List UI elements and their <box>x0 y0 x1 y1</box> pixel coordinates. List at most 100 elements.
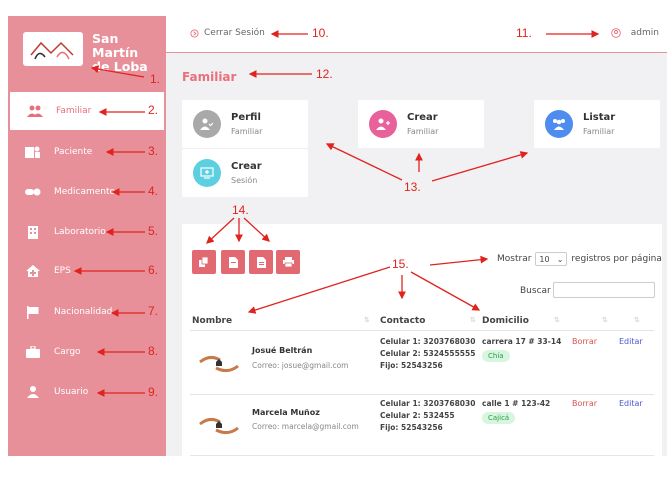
annotation-label: 6. <box>148 263 159 277</box>
row-name: Marcela Muñoz <box>252 408 320 417</box>
logout-button[interactable]: Cerrar Sesión <box>190 28 265 38</box>
pills-icon <box>24 185 42 199</box>
annotation-label: 5. <box>148 224 159 238</box>
column-header-contacto[interactable]: Contacto <box>380 316 425 326</box>
card-crear-sesion[interactable]: Crear Sesión <box>182 149 308 197</box>
brand-name: San Martín de Loba <box>92 32 166 74</box>
card-subtitle: Familiar <box>231 127 263 136</box>
divider <box>190 394 654 395</box>
clinic-icon <box>24 264 42 278</box>
annotation-label: 9. <box>148 385 159 399</box>
annotation-label: 12. <box>316 67 333 81</box>
sort-icon: ⇅ <box>470 316 476 324</box>
sidebar-item-label: Paciente <box>54 147 93 157</box>
annotation-label: 13. <box>404 180 421 194</box>
copy-icon <box>199 257 209 267</box>
delete-button[interactable]: Borrar <box>572 399 597 408</box>
row-cel2: Celular 2: 532455 <box>380 411 455 420</box>
sort-icon: ⇅ <box>602 316 608 324</box>
annotation-label: 3. <box>148 144 159 158</box>
copy-button[interactable] <box>192 250 216 274</box>
column-header-nombre[interactable]: Nombre <box>192 316 232 326</box>
hands-house-icon <box>199 417 239 435</box>
annotation-label: 15. <box>392 257 409 271</box>
card-subtitle: Familiar <box>407 127 439 136</box>
brand-line-1: San Martín <box>92 31 139 60</box>
sort-icon: ⇅ <box>554 316 560 324</box>
monitor-plus-icon <box>193 159 221 187</box>
annotation-label: 7. <box>148 304 159 318</box>
row-cel1: Celular 1: 3203768030 <box>380 399 476 408</box>
page-size-value: 10 <box>539 254 550 264</box>
card-subtitle: Sesión <box>231 176 258 185</box>
page-size-control: Mostrar 10 ⌄ registros por página <box>497 252 662 266</box>
avatar <box>196 338 242 384</box>
sidebar-item-nacionalidad[interactable]: Nacionalidad <box>8 293 166 331</box>
sidebar-item-label: Cargo <box>54 347 81 357</box>
sidebar-item-label: Usuario <box>54 387 89 397</box>
sidebar-item-label: Familiar <box>56 106 92 116</box>
annotation-label: 2. <box>148 103 159 117</box>
file-pdf-icon <box>228 256 238 268</box>
edit-button[interactable]: Editar <box>619 337 643 346</box>
row-fijo: Fijo: 52543256 <box>380 361 443 370</box>
print-button[interactable] <box>276 250 300 274</box>
export-csv-button[interactable] <box>249 250 273 274</box>
column-header-domicilio[interactable]: Domicilio <box>482 316 529 326</box>
card-listar[interactable]: Listar Familiar <box>534 100 660 148</box>
per-page-label: registros por página <box>571 254 662 264</box>
card-title: Crear <box>407 112 438 123</box>
main-content: Cerrar Sesión admin Familiar Perfil Famil… <box>166 16 667 456</box>
sidebar: San Martín de Loba Familiar Paciente Med… <box>8 16 166 456</box>
username: admin <box>630 28 659 38</box>
edit-button[interactable]: Editar <box>619 399 643 408</box>
sidebar-item-usuario[interactable]: Usuario <box>8 373 166 411</box>
power-icon <box>190 28 199 38</box>
logo-icon <box>30 41 74 60</box>
card-title: Perfil <box>231 112 261 123</box>
patient-icon <box>24 145 42 159</box>
logo <box>23 32 83 66</box>
users-group-icon <box>545 110 573 138</box>
sidebar-item-paciente[interactable]: Paciente <box>8 133 166 171</box>
sidebar-item-familiar[interactable]: Familiar <box>10 92 164 130</box>
row-email: Correo: josue@gmail.com <box>252 361 349 370</box>
search-input[interactable] <box>553 282 655 298</box>
briefcase-icon <box>24 345 42 359</box>
card-crear-familiar[interactable]: Crear Familiar <box>358 100 484 148</box>
topbar: Cerrar Sesión admin <box>166 16 667 53</box>
row-email: Correo: marcela@gmail.com <box>252 422 359 431</box>
user-plus-icon <box>369 110 397 138</box>
export-pdf-button[interactable] <box>221 250 245 274</box>
card-subtitle: Familiar <box>583 127 615 136</box>
sidebar-item-eps[interactable]: EPS <box>8 252 166 290</box>
sort-icon: ⇅ <box>634 316 640 324</box>
user-menu[interactable]: admin <box>611 28 659 38</box>
flag-icon <box>24 305 42 319</box>
row-fijo: Fijo: 52543256 <box>380 423 443 432</box>
user-check-icon <box>193 110 221 138</box>
annotation-label: 10. <box>312 26 329 40</box>
sidebar-item-label: EPS <box>54 266 71 276</box>
sidebar-item-medicamento[interactable]: Medicamento <box>8 173 166 211</box>
page-size-select[interactable]: 10 ⌄ <box>535 252 568 266</box>
page-title: Familiar <box>182 70 237 84</box>
row-cel2: Celular 2: 5324555555 <box>380 349 476 358</box>
file-icon <box>256 256 266 268</box>
avatar <box>196 400 242 446</box>
show-label: Mostrar <box>497 254 532 264</box>
annotation-label: 1. <box>150 72 161 86</box>
search-label: Buscar <box>520 286 551 296</box>
chevron-down-icon: ⌄ <box>556 254 564 264</box>
card-title: Crear <box>231 161 262 172</box>
row-cel1: Celular 1: 3203768030 <box>380 337 476 346</box>
card-perfil[interactable]: Perfil Familiar <box>182 100 308 148</box>
city-badge: Cajicá <box>482 412 516 424</box>
annotation-label: 4. <box>148 184 159 198</box>
divider <box>190 330 654 331</box>
delete-button[interactable]: Borrar <box>572 337 597 346</box>
logout-label: Cerrar Sesión <box>204 28 265 38</box>
sidebar-item-cargo[interactable]: Cargo <box>8 333 166 371</box>
sidebar-item-laboratorio[interactable]: Laboratorio <box>8 213 166 251</box>
divider <box>190 455 654 456</box>
